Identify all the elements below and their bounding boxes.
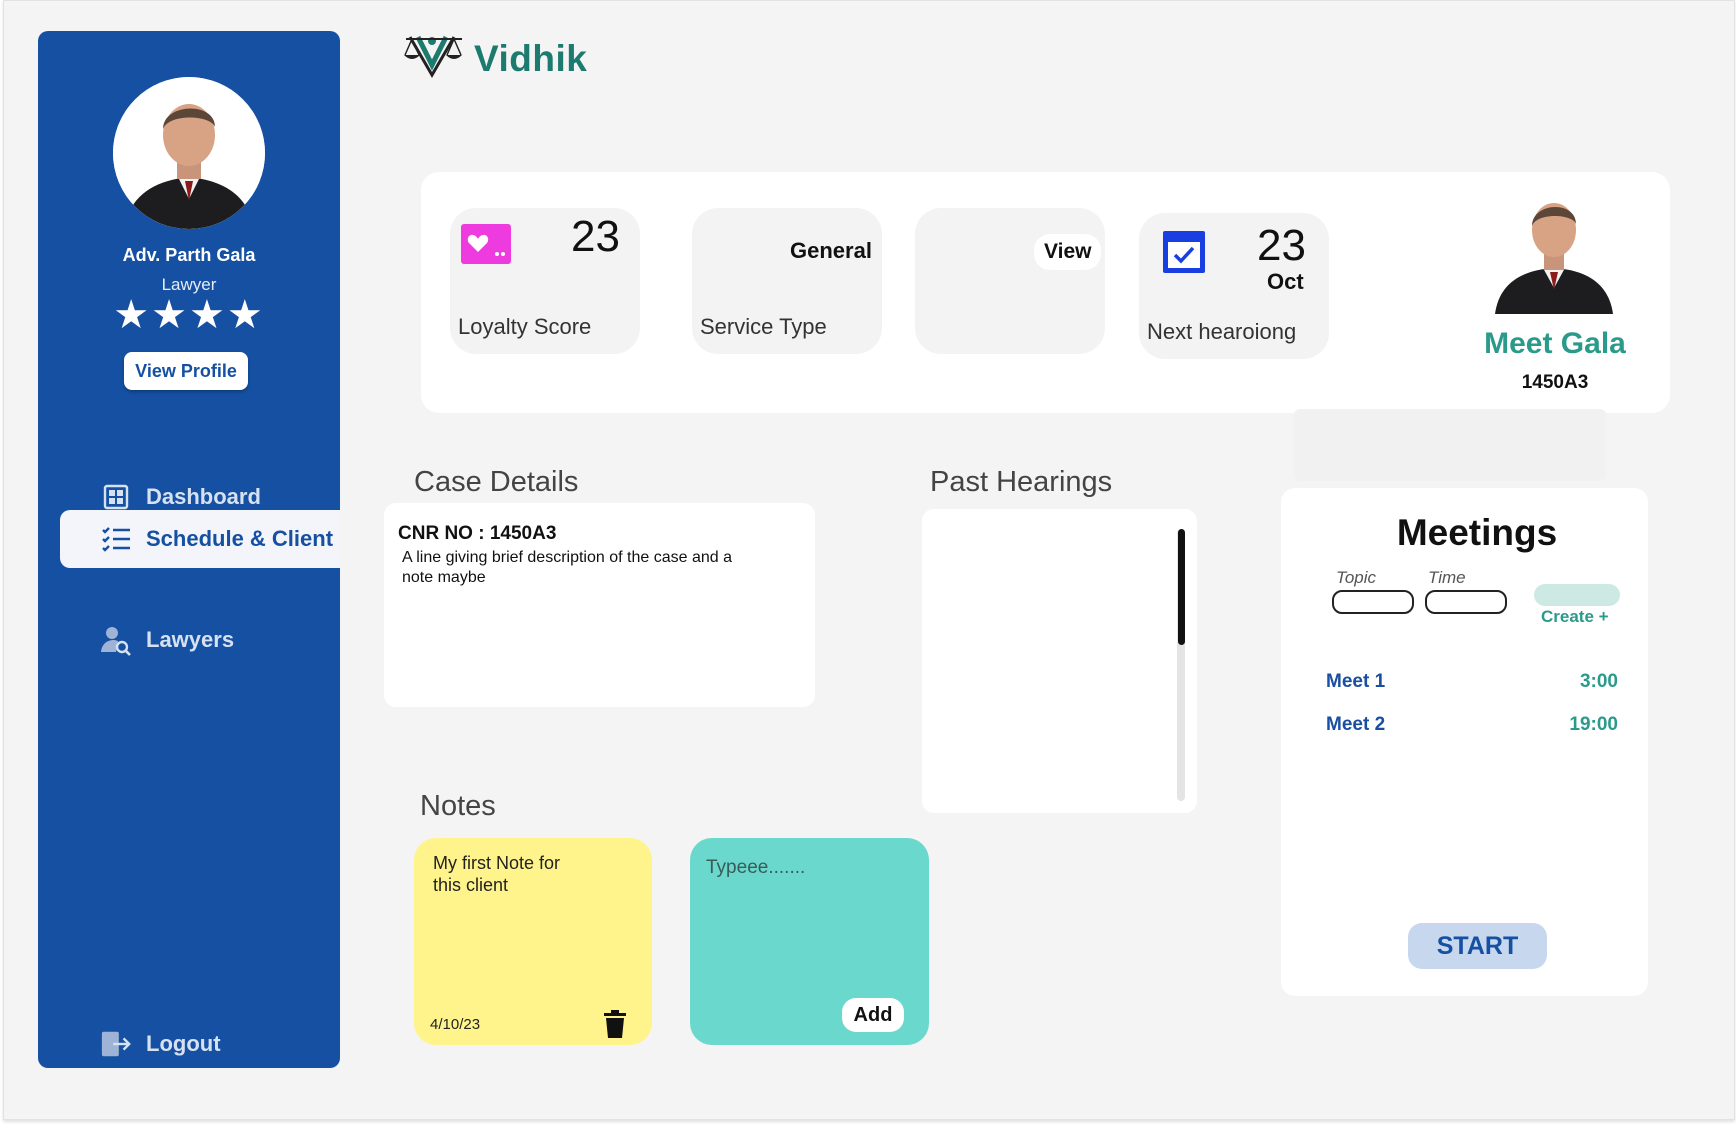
meetings-panel: Meetings Topic Time Create + Meet 1 3:00… (1281, 488, 1648, 996)
scales-icon (402, 31, 472, 88)
create-meeting-button[interactable] (1534, 584, 1620, 606)
past-hearings-title: Past Hearings (930, 466, 1113, 498)
checklist-icon (100, 523, 132, 555)
app-window: Adv. Parth Gala Lawyer ★★★★ View Profile… (3, 0, 1735, 1120)
next-hearing-day: 23 (1257, 221, 1306, 270)
lawyer-avatar (113, 77, 265, 229)
service-type-label: Service Type (700, 314, 827, 339)
loyalty-score-value: 23 (571, 212, 620, 261)
rating-stars: ★★★★ (113, 293, 265, 337)
note-card[interactable]: My first Note for this client 4/10/23 (414, 838, 652, 1045)
app-logo: Vidhik (402, 31, 587, 87)
heart-card-icon (461, 224, 511, 269)
meeting-time: 3:00 (1579, 671, 1618, 692)
loyalty-score-label: Loyalty Score (458, 314, 592, 339)
client-summary-card: 23 Loyalty Score General Service Type Vi… (421, 172, 1670, 413)
topic-label: Topic (1336, 568, 1377, 587)
nav-item-schedule-client[interactable]: Schedule & Client (60, 510, 340, 568)
note-date: 4/10/23 (430, 1016, 481, 1033)
service-type-value: General (790, 238, 872, 263)
client-photo (1491, 184, 1617, 314)
loyalty-score-card: 23 Loyalty Score (450, 208, 640, 354)
divider-strip (1294, 409, 1606, 481)
past-hearings-list (922, 509, 1197, 813)
next-hearing-month: Oct (1267, 269, 1304, 294)
create-meeting-label[interactable]: Create + (1541, 607, 1609, 627)
logout-button[interactable]: Logout (60, 1015, 340, 1073)
scrollbar-thumb[interactable] (1178, 529, 1185, 645)
user-search-icon (100, 624, 132, 656)
client-name: Meet Gala (1484, 327, 1626, 360)
nav-label: Dashboard (146, 484, 261, 509)
view-card: View (915, 208, 1105, 354)
logout-icon (100, 1028, 132, 1060)
logo-text: Vidhik (474, 38, 588, 79)
time-label: Time (1428, 568, 1466, 587)
next-hearing-card: 23 Oct Next hearoiong (1139, 213, 1329, 359)
note-text: My first Note for this client (433, 853, 561, 895)
sidebar: Adv. Parth Gala Lawyer ★★★★ View Profile… (38, 31, 340, 1068)
nav-item-lawyers[interactable]: Lawyers (60, 611, 340, 669)
calendar-check-icon (1163, 231, 1205, 278)
topic-input[interactable] (1332, 590, 1414, 614)
case-details-title: Case Details (414, 466, 579, 498)
time-input[interactable] (1425, 590, 1507, 614)
case-details-card: CNR NO : 1450A3 A line giving brief desc… (384, 503, 815, 707)
service-type-card: General Service Type (692, 208, 882, 354)
nav-label: Lawyers (146, 627, 235, 652)
trash-icon[interactable] (602, 1010, 628, 1038)
lawyer-name: Adv. Parth Gala (122, 245, 256, 265)
client-id: 1450A3 (1521, 372, 1589, 393)
notes-title: Notes (420, 790, 496, 822)
start-meeting-button[interactable]: START (1408, 923, 1547, 969)
case-description: A line giving brief description of the c… (402, 549, 732, 586)
view-button[interactable]: View (1034, 234, 1102, 270)
add-note-button[interactable]: Add (842, 998, 904, 1032)
logout-label: Logout (146, 1031, 221, 1056)
meeting-time: 19:00 (1569, 714, 1618, 735)
case-cnr: CNR NO : 1450A3 (398, 523, 557, 544)
new-note-input[interactable] (704, 856, 908, 880)
meetings-title: Meetings (1396, 512, 1558, 553)
view-profile-button[interactable]: View Profile (124, 352, 248, 390)
grid-icon (100, 481, 132, 513)
meeting-name: Meet 2 (1326, 714, 1386, 735)
lawyer-role: Lawyer (161, 275, 217, 294)
meeting-name: Meet 1 (1326, 671, 1386, 692)
nav-label: Schedule & Client (146, 526, 334, 551)
new-note-card: Add (690, 838, 929, 1045)
next-hearing-label: Next hearoiong (1147, 319, 1297, 344)
